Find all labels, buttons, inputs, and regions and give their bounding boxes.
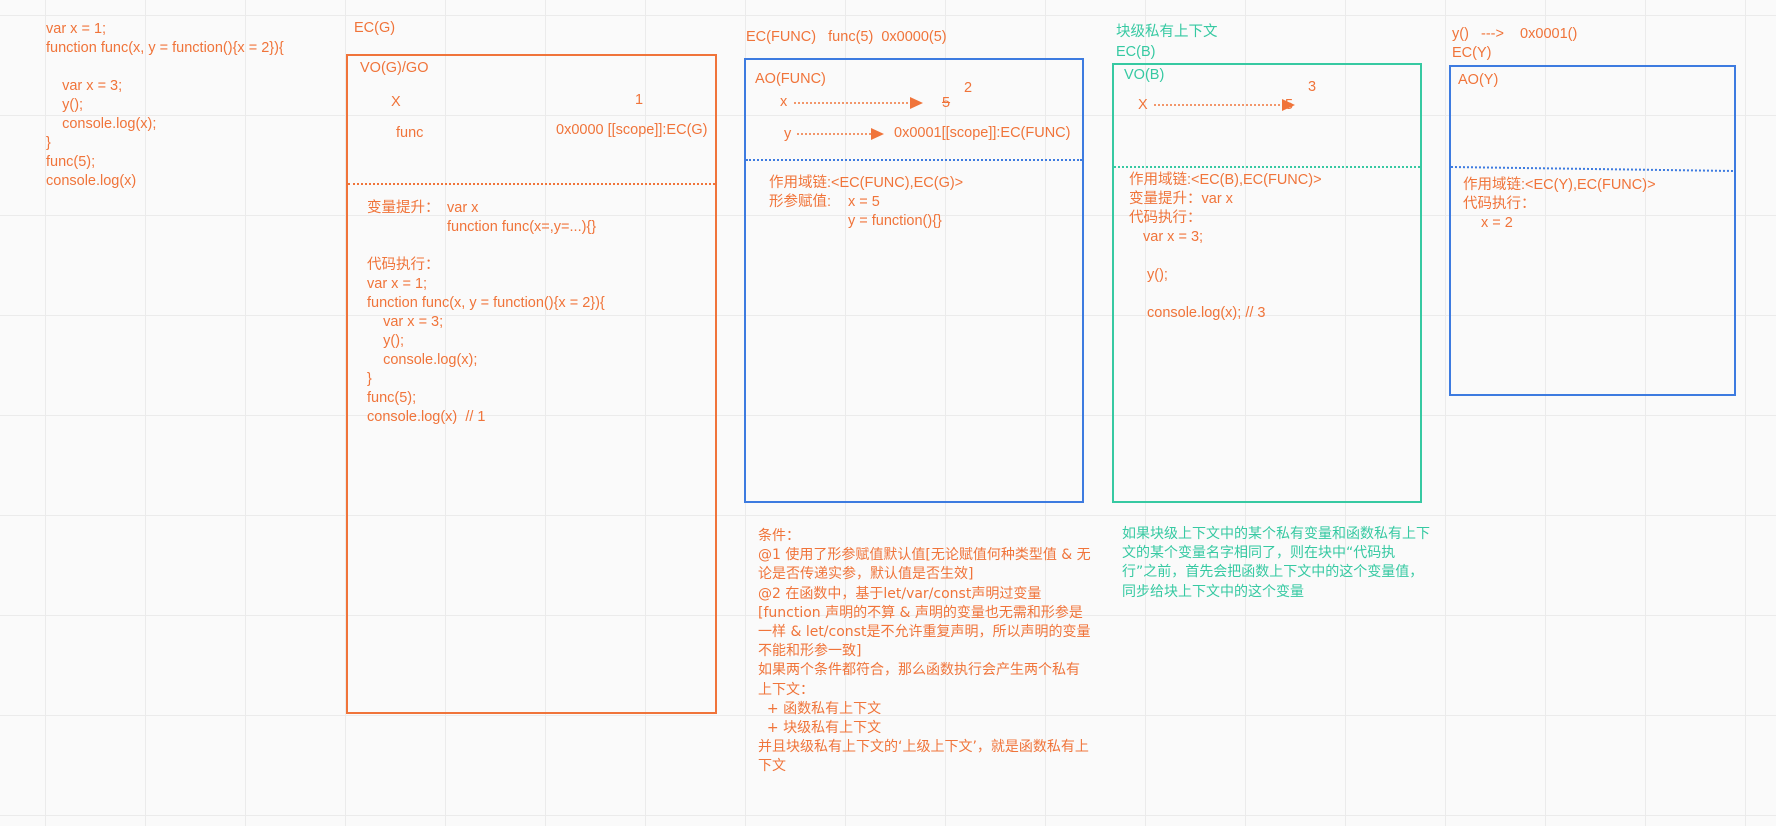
ecg-divider xyxy=(348,183,715,185)
ecg-hoist-label: 变量提升： xyxy=(367,200,440,216)
ecg-val-func: 0x0000 [[scope]]:EC(G) xyxy=(556,122,708,138)
ecg-var-func: func xyxy=(396,125,424,141)
code-line: console.log(x) // 1 xyxy=(367,409,486,425)
ecfunc-ao-label: AO(FUNC) xyxy=(755,71,826,87)
ecfunc-var-y: y xyxy=(784,126,792,142)
ecy-ao-label: AO(Y) xyxy=(1458,72,1499,88)
ecb-title: EC(B) xyxy=(1116,44,1156,60)
ecg-val-x: 1 xyxy=(635,92,644,108)
ecg-title: EC(G) xyxy=(354,20,396,36)
ecy-exec-line: x = 2 xyxy=(1481,215,1513,231)
ecg-var-x: X xyxy=(391,94,401,110)
ecb-val-x-old: 5 xyxy=(1285,97,1294,113)
ecfunc-param-line: y = function(){} xyxy=(848,213,942,229)
code-line: var x = 3; xyxy=(46,78,123,94)
ecy-call: y() ---> 0x0001() xyxy=(1452,26,1578,42)
ecb-exec-line: var x = 3; xyxy=(1143,229,1204,245)
code-line: console.log(x); xyxy=(367,352,478,368)
code-line: console.log(x) xyxy=(46,173,137,189)
ecg-vo-label: VO(G)/GO xyxy=(360,60,429,76)
ecb-note: 如果块级上下文中的某个私有变量和函数私有上下文的某个变量名字相同了，则在块中“代… xyxy=(1122,526,1430,600)
ecfunc-param-label: 形参赋值: xyxy=(769,194,832,210)
code-line: function func(x, y = function(){x = 2}){ xyxy=(367,295,605,311)
ecfunc-val-y: 0x0001[[scope]]:EC(FUNC) xyxy=(894,125,1071,141)
ecb-exec-line: console.log(x); // 3 xyxy=(1147,305,1266,321)
arrow-icon xyxy=(797,128,884,140)
ecb-hoist: 变量提升：var x xyxy=(1129,191,1233,207)
note-line: 并且块级私有上下文的‘上级上下文’，就是函数私有上下文 xyxy=(758,739,1089,775)
ecb-scope-chain: 作用域链:<EC(B),EC(FUNC)> xyxy=(1129,172,1322,188)
ecg-exec-block: var x = 1; function func(x, y = function… xyxy=(367,275,605,427)
code-line: func(5); xyxy=(367,390,417,406)
ecb-exec-line: y(); xyxy=(1147,267,1168,283)
arrow-icon xyxy=(1154,99,1295,111)
ecfunc-val-x-new: 2 xyxy=(964,80,973,96)
ecfunc-divider xyxy=(746,159,1082,161)
code-line: var x = 1; xyxy=(46,21,107,37)
note-line: @1 使用了形参赋值默认值[无论赋值何种类型值 & 无论是否传递实参，默认值是否… xyxy=(758,547,1091,583)
ecb-val-x-new: 3 xyxy=(1308,79,1317,95)
note-line: + 函数私有上下文 xyxy=(758,700,882,717)
ecg-exec-label: 代码执行： xyxy=(367,257,440,273)
note-line: 条件： xyxy=(758,528,800,544)
ecfunc-var-x: x xyxy=(780,94,788,110)
ecg-hoist-line: function func(x=,y=...){} xyxy=(447,219,597,235)
code-line: func(5); xyxy=(46,154,96,170)
ecfunc-title: EC(FUNC) func(5) 0x0000(5) xyxy=(746,29,947,45)
ecfunc-val-x-old: 5 xyxy=(942,95,951,111)
ecb-exec-label: 代码执行： xyxy=(1129,210,1202,226)
code-line: } xyxy=(367,371,372,387)
code-line: var x = 3; xyxy=(367,314,444,330)
ecy-scope-chain: 作用域链:<EC(Y),EC(FUNC)> xyxy=(1463,177,1656,193)
ecy-divider xyxy=(1450,166,1735,172)
code-line: y(); xyxy=(367,333,405,349)
code-line: y(); xyxy=(46,97,84,113)
ecb-divider xyxy=(1114,166,1420,168)
ecb-heading: 块级私有上下文 xyxy=(1116,24,1218,40)
code-line: var x = 1; xyxy=(367,276,428,292)
ecg-hoist-line: var x xyxy=(447,200,479,216)
note-line: @2 在函数中，基于let/var/const声明过变量[function 声明… xyxy=(758,585,1091,660)
ecy-title: EC(Y) xyxy=(1452,45,1492,61)
ecfunc-scope-chain: 作用域链:<EC(FUNC),EC(G)> xyxy=(769,175,964,191)
conditions-note: 条件： @1 使用了形参赋值默认值[无论赋值何种类型值 & 无论是否传递实参，默… xyxy=(758,527,1092,777)
arrow-icon xyxy=(794,97,923,109)
code-line: console.log(x); xyxy=(46,116,157,132)
code-line: function func(x, y = function(){x = 2}){ xyxy=(46,40,284,56)
ecb-var-x: X xyxy=(1138,97,1148,113)
code-line: } xyxy=(46,135,51,151)
note-line: 如果两个条件都符合，那么函数执行会产生两个私有上下文： xyxy=(758,662,1080,698)
ecb-vo-label: VO(B) xyxy=(1124,67,1165,83)
note-line: + 块级私有上下文 xyxy=(758,720,882,737)
ecfunc-param-line: x = 5 xyxy=(848,194,880,210)
ecy-exec-label: 代码执行： xyxy=(1463,196,1536,212)
source-code: var x = 1; function func(x, y = function… xyxy=(46,20,284,191)
